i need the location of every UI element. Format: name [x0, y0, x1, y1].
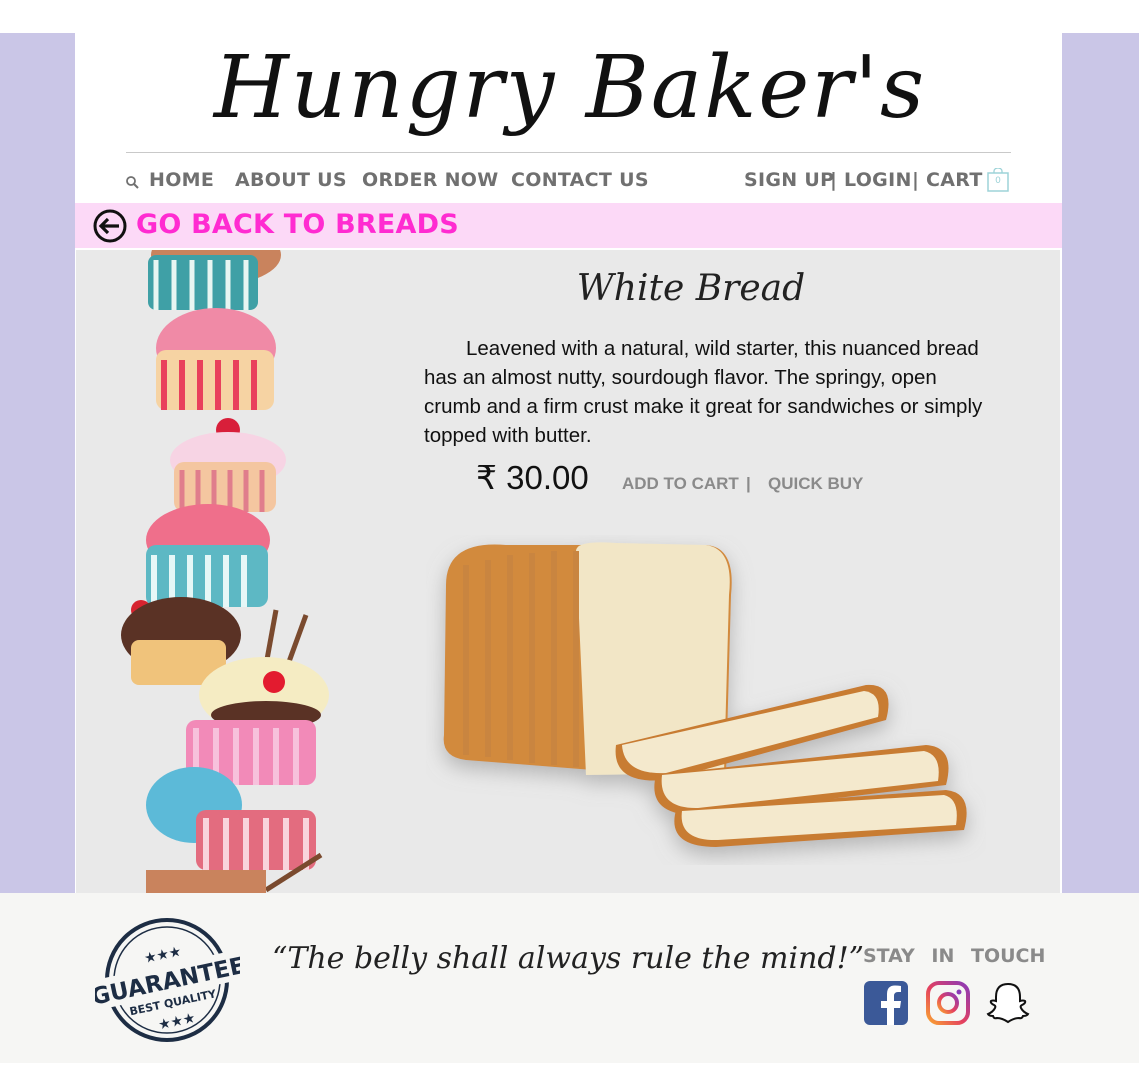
- back-to-breads-link[interactable]: GO BACK TO BREADS: [136, 209, 459, 240]
- nav-separator: |: [830, 169, 837, 191]
- snapchat-icon[interactable]: [986, 981, 1030, 1025]
- back-bar: GO BACK TO BREADS: [75, 203, 1062, 248]
- product-price: ₹ 30.00: [476, 459, 589, 496]
- instagram-icon[interactable]: [926, 981, 970, 1025]
- cart-count: 0: [995, 176, 1001, 186]
- cart-bag-icon[interactable]: 0: [987, 167, 1009, 192]
- left-side-panel: [0, 33, 75, 893]
- stay-in-touch-label: STAY IN TOUCH: [863, 945, 1046, 967]
- nav-separator: |: [912, 169, 919, 191]
- product-description: Leavened with a natural, wild starter, t…: [424, 337, 983, 447]
- guarantee-stamp: GUARANTEE BEST QUALITY ★★★ ★★★: [89, 915, 248, 1045]
- stamp-stars-bottom: ★★★: [157, 1010, 197, 1033]
- nav-cart[interactable]: CART: [926, 169, 983, 191]
- product-panel: White Bread Leavened with a natural, wil…: [76, 250, 1060, 893]
- nav-order-now[interactable]: ORDER NOW: [362, 169, 499, 191]
- footer-quote: “The belly shall always rule the mind!”: [272, 941, 865, 976]
- footer: GUARANTEE BEST QUALITY ★★★ ★★★ “The bell…: [0, 893, 1139, 1063]
- brand-logo[interactable]: Hungry Baker's: [175, 28, 965, 148]
- main-nav: HOME ABOUT US ORDER NOW CONTACT US SIGN …: [120, 165, 1020, 199]
- product-title: White Bread: [576, 268, 806, 309]
- search-icon[interactable]: [125, 175, 139, 189]
- add-to-cart-button[interactable]: ADD TO CART: [622, 474, 739, 494]
- white-bread-image: [443, 542, 967, 847]
- nav-about-us[interactable]: ABOUT US: [235, 169, 347, 191]
- nav-contact-us[interactable]: CONTACT US: [511, 169, 649, 191]
- quick-buy-button[interactable]: QUICK BUY: [768, 474, 863, 494]
- nav-login[interactable]: LOGIN: [844, 169, 912, 191]
- action-separator: |: [746, 474, 751, 493]
- header-divider: [126, 152, 1011, 153]
- cupcake-stack-image: [121, 250, 329, 893]
- nav-sign-up[interactable]: SIGN UP: [744, 169, 834, 191]
- nav-home[interactable]: HOME: [149, 169, 214, 191]
- right-side-panel: [1062, 33, 1139, 893]
- back-arrow-icon[interactable]: [93, 209, 127, 243]
- facebook-icon[interactable]: [864, 981, 908, 1025]
